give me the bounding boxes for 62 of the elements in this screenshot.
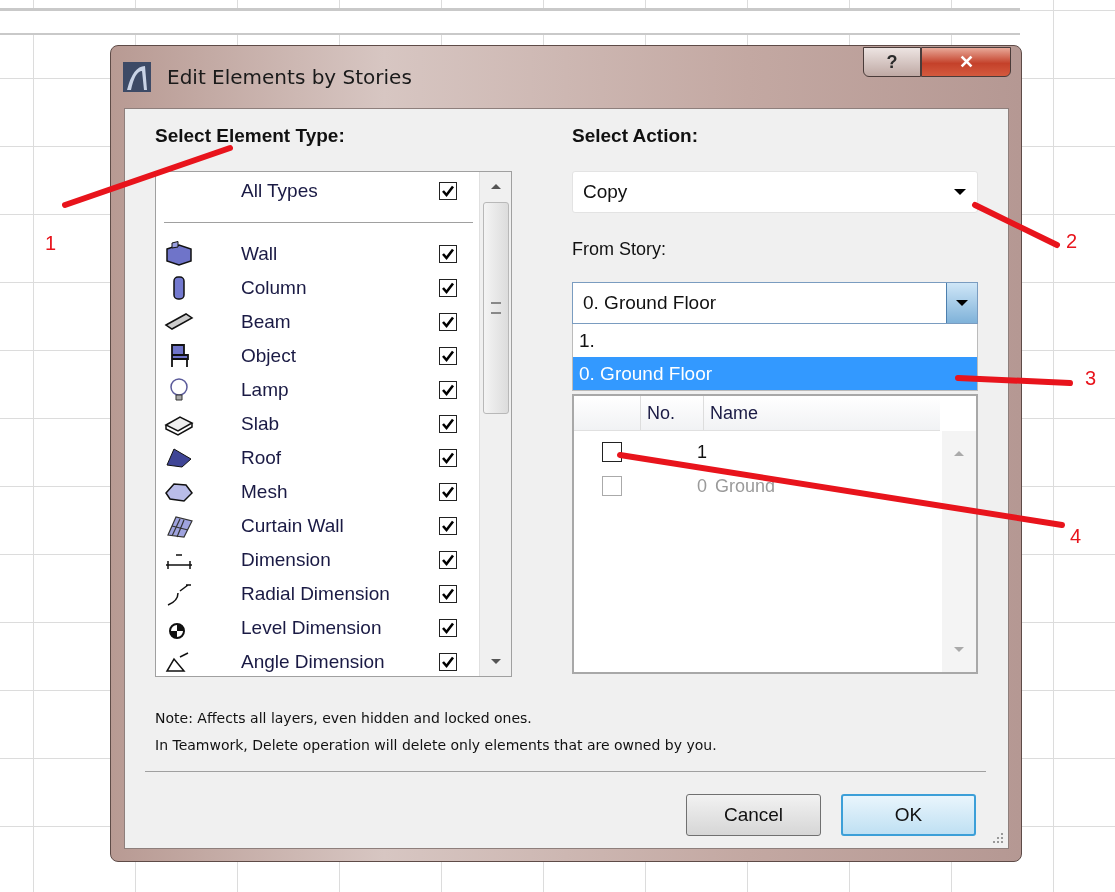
checkbox[interactable] (439, 415, 457, 433)
list-item-label: Mesh (241, 481, 289, 503)
list-item-label: Roof (241, 447, 283, 469)
grip-icon[interactable] (490, 302, 501, 314)
checkbox[interactable] (439, 449, 457, 467)
list-item-label: Level Dimension (241, 617, 383, 639)
close-button[interactable]: ✕ (921, 47, 1011, 77)
scroll-down-icon[interactable] (489, 658, 502, 666)
checkbox[interactable] (439, 653, 457, 671)
list-item-label: Angle Dimension (241, 651, 386, 673)
checkbox[interactable] (439, 182, 457, 200)
section-heading: Select Element Type: (155, 125, 346, 148)
checkbox[interactable] (439, 517, 457, 535)
field-label: From Story: (572, 239, 667, 260)
cancel-button[interactable]: Cancel (686, 794, 821, 836)
checkbox[interactable] (439, 381, 457, 399)
annotation-number: 2 (1066, 230, 1078, 253)
list-item-label: All Types (241, 180, 319, 202)
list-item-label: Beam (241, 311, 292, 333)
scrollbar[interactable] (479, 172, 511, 676)
story-combo-box[interactable]: 0. Ground Floor (572, 282, 978, 324)
section-heading: Select Action: (572, 125, 699, 148)
ok-button[interactable]: OK (841, 794, 976, 836)
checkbox[interactable] (439, 551, 457, 569)
list-item-label: Curtain Wall (241, 515, 345, 537)
column-header[interactable]: Name (704, 396, 940, 430)
note-text: Note: Affects all layers, even hidden and locked ones. (155, 709, 533, 728)
wall-icon (164, 241, 194, 267)
scroll-up-icon[interactable] (489, 182, 502, 190)
checkbox[interactable] (602, 442, 622, 462)
list-item-label: Radial Dimension (241, 583, 391, 605)
checkbox[interactable] (439, 347, 457, 365)
list-item-label: Object (241, 345, 297, 367)
checkbox[interactable] (439, 313, 457, 331)
action-dropdown[interactable]: Copy (572, 171, 978, 213)
app-logo-icon (123, 62, 151, 92)
caret-icon[interactable] (953, 188, 967, 196)
checkbox[interactable] (439, 585, 457, 603)
list-item-label: Lamp (241, 379, 290, 401)
caret-icon[interactable] (955, 299, 969, 307)
note-text: In Teamwork, Delete operation will delete only elements that are owned by you. (155, 736, 718, 755)
help-button[interactable]: ? (863, 47, 921, 77)
list-item-label: Slab (241, 413, 281, 435)
annotation-number: 1 (45, 232, 57, 255)
dropdown-option[interactable]: 1. (573, 324, 977, 357)
list-item-label: Wall (241, 243, 279, 265)
roof-icon (164, 445, 194, 471)
checkbox[interactable] (439, 619, 457, 637)
table-cell: 1 (697, 441, 707, 463)
grid-panel-icon (164, 513, 194, 539)
window-title: Edit Elements by Stories (167, 65, 412, 89)
column-header[interactable]: No. (641, 396, 704, 430)
list-item-label: Column (241, 277, 308, 299)
checkbox[interactable] (439, 245, 457, 263)
checkbox[interactable] (439, 483, 457, 501)
list-item-label: Dimension (241, 549, 332, 571)
annotation-number: 4 (1070, 525, 1082, 548)
table-cell: 0 (697, 475, 707, 497)
checkbox[interactable] (439, 279, 457, 297)
annotation-number: 3 (1085, 367, 1097, 390)
table-cell: Ground (715, 475, 776, 497)
resize-grip-icon (992, 832, 1004, 844)
